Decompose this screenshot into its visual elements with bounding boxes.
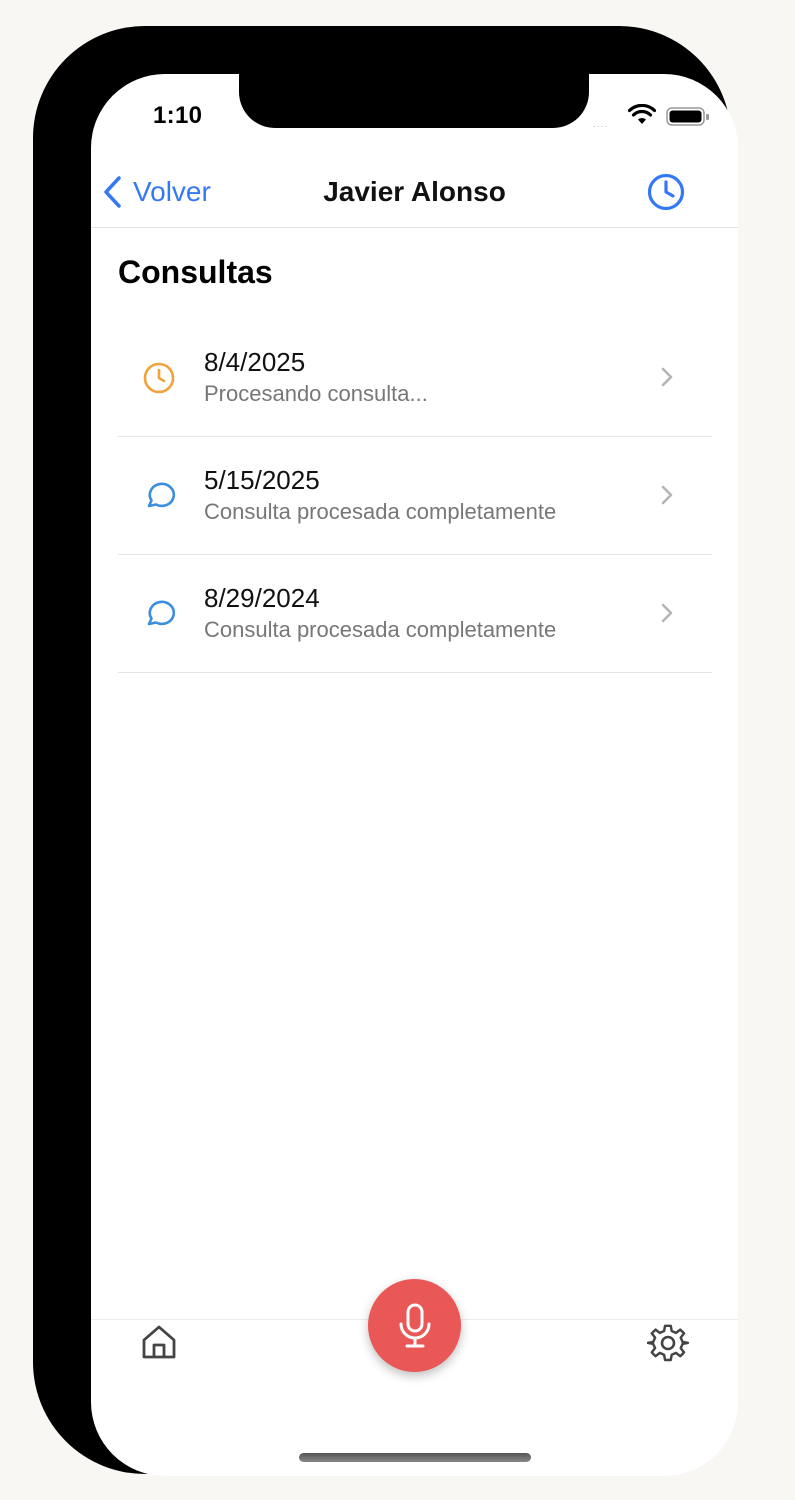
history-button[interactable] — [646, 172, 686, 217]
clock-icon — [142, 361, 176, 400]
consultation-status: Consulta procesada completamente — [204, 617, 557, 642]
notch — [239, 74, 589, 128]
consultation-status: Procesando consulta... — [204, 381, 428, 406]
consultation-date: 8/4/2025 — [204, 347, 306, 377]
section-title: Consultas — [118, 254, 273, 290]
nav-title: Javier Alonso — [323, 176, 506, 207]
app-screen: 1:10 .... Volver Javier Alonso Consultas… — [91, 74, 738, 1476]
list-item[interactable]: 8/29/2024 Consulta procesada completamen… — [118, 555, 712, 673]
chevron-right-icon — [660, 484, 674, 511]
phone-frame: 1:10 .... Volver Javier Alonso Consultas… — [33, 26, 738, 1476]
clock-icon — [647, 173, 685, 211]
status-time: 1:10 — [153, 102, 203, 129]
navigation-bar: Volver Javier Alonso — [91, 164, 738, 228]
chat-bubble-icon — [142, 597, 176, 636]
gear-icon[interactable] — [646, 1322, 690, 1369]
record-button[interactable] — [368, 1279, 461, 1372]
chat-bubble-icon — [142, 479, 176, 518]
consultation-status: Consulta procesada completamente — [204, 499, 557, 524]
consultation-date: 8/29/2024 — [204, 583, 320, 613]
home-indicator — [299, 1453, 531, 1462]
signal-dots: .... — [593, 119, 609, 130]
microphone-icon — [399, 1303, 430, 1347]
home-icon[interactable] — [139, 1322, 179, 1367]
wifi-icon — [627, 103, 657, 131]
list-item[interactable]: 8/4/2025 Procesando consulta... — [118, 319, 712, 437]
consultation-date: 5/15/2025 — [204, 465, 320, 495]
consultation-list: 8/4/2025 Procesando consulta... 5/15/202… — [118, 319, 712, 673]
chevron-right-icon — [660, 602, 674, 629]
chevron-right-icon — [660, 366, 674, 393]
battery-icon — [666, 107, 710, 132]
list-item[interactable]: 5/15/2025 Consulta procesada completamen… — [118, 437, 712, 555]
